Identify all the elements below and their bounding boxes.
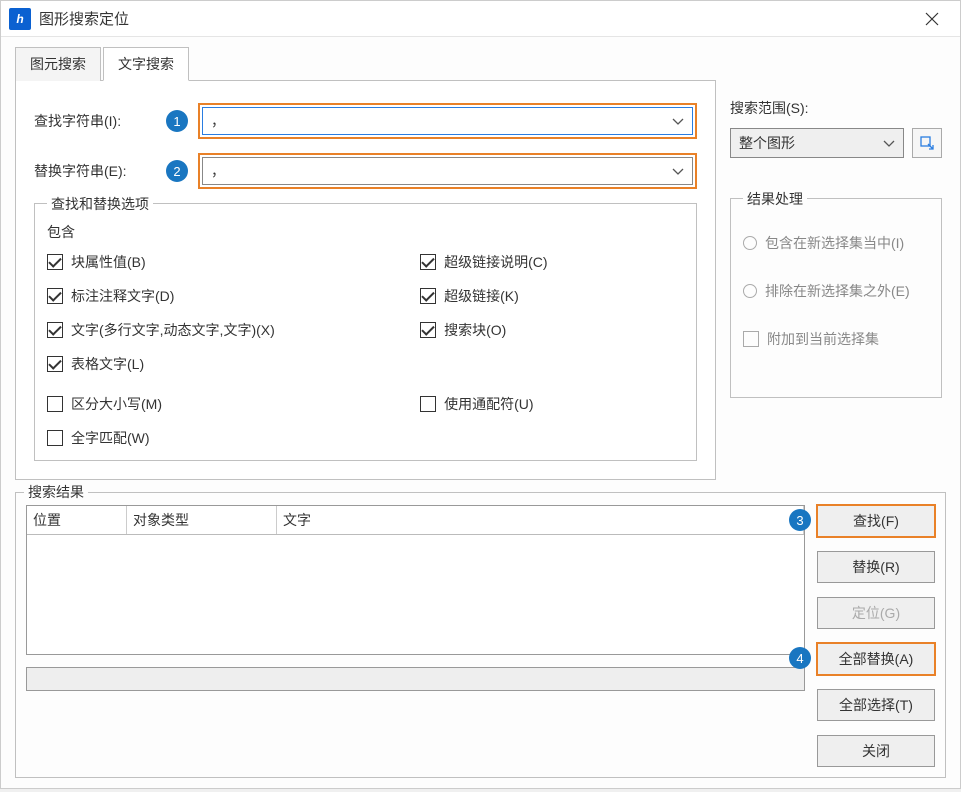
select-all-button[interactable]: 全部选择(T) [817,689,935,721]
results-section: 搜索结果 位置 对象类型 文字 3 查找(F) 替换(R) 定位(G) [15,492,946,778]
right-panel: 搜索范围(S): 整个图形 [716,80,946,480]
chk-text-multi[interactable]: 文字(多行文字,动态文字,文字)(X) [47,320,390,340]
col-type[interactable]: 对象类型 [127,506,277,534]
tab-text-search[interactable]: 文字搜索 [103,47,189,81]
chevron-down-icon [672,113,684,129]
checkbox-icon [420,322,436,338]
chk-whole-word[interactable]: 全字匹配(W) [47,428,390,448]
close-dialog-button[interactable]: 关闭 [817,735,935,767]
checkbox-icon [420,288,436,304]
find-replace-options: 查找和替换选项 包含 块属性值(B) 标注注释文字(D) 文字(多行文字,动态文… [34,203,697,461]
tab-primitive-search[interactable]: 图元搜索 [15,47,101,81]
replace-button[interactable]: 替换(R) [817,551,935,583]
col-position[interactable]: 位置 [27,506,127,534]
badge-3: 3 [789,509,811,531]
app-icon: h [9,8,31,30]
find-input-highlight: ， [198,103,697,139]
chk-hyperlink[interactable]: 超级链接(K) [420,286,684,306]
include-legend: 包含 [47,222,684,242]
titlebar: h 图形搜索定位 [1,1,960,37]
chevron-down-icon [672,163,684,179]
locate-button[interactable]: 定位(G) [817,597,935,629]
find-input[interactable]: ， [202,107,693,135]
checkbox-icon [47,288,63,304]
main-row: 查找字符串(I): 1 ， 替换字符串(E): 2 [15,80,946,480]
select-icon [919,135,935,151]
dialog-window: h 图形搜索定位 图元搜索 文字搜索 查找字符串(I): 1 ， [0,0,961,789]
pick-in-drawing-button[interactable] [912,128,942,158]
checkbox-icon [47,356,63,372]
result-handling-legend: 结果处理 [743,189,807,209]
button-column: 3 查找(F) 替换(R) 定位(G) 4 全部替换(A) 全部选择(T) 关闭 [817,505,935,767]
replace-row: 替换字符串(E): 2 ， [34,153,697,189]
chevron-down-icon [883,135,895,151]
chk-use-wildcard[interactable]: 使用通配符(U) [420,394,684,414]
checkbox-icon [47,254,63,270]
checkbox-icon [743,331,759,347]
close-button[interactable] [912,1,952,37]
scope-label: 搜索范围(S): [730,98,942,118]
chk-append-selection: 附加到当前选择集 [743,329,929,349]
result-handling-group: 结果处理 包含在新选择集当中(I) 排除在新选择集之外(E) 附加到当前选择集 [730,198,942,398]
results-header: 位置 对象类型 文字 [27,506,804,535]
scope-value: 整个图形 [739,133,795,153]
include-group: 包含 块属性值(B) 标注注释文字(D) 文字(多行文字,动态文字,文字)(X)… [47,222,684,448]
radio-icon [743,284,757,298]
results-table[interactable]: 位置 对象类型 文字 [26,505,805,655]
find-button[interactable]: 查找(F) [817,505,935,537]
tab-strip: 图元搜索 文字搜索 [15,47,946,81]
replace-label: 替换字符串(E): [34,161,164,181]
replace-input[interactable]: ， [202,157,693,185]
find-row: 查找字符串(I): 1 ， [34,103,697,139]
content-area: 图元搜索 文字搜索 查找字符串(I): 1 ， [1,37,960,792]
replace-all-button[interactable]: 全部替换(A) [817,643,935,675]
chk-hyperlink-desc[interactable]: 超级链接说明(C) [420,252,684,272]
checkbox-icon [420,396,436,412]
find-label: 查找字符串(I): [34,111,164,131]
chk-case-sensitive[interactable]: 区分大小写(M) [47,394,390,414]
checkbox-icon [47,430,63,446]
results-left: 位置 对象类型 文字 [26,499,805,767]
col-text[interactable]: 文字 [277,506,804,534]
chk-block-attr[interactable]: 块属性值(B) [47,252,390,272]
checkbox-icon [420,254,436,270]
badge-2: 2 [166,160,188,182]
status-bar [26,667,805,691]
radio-icon [743,236,757,250]
chk-annotation[interactable]: 标注注释文字(D) [47,286,390,306]
checkbox-icon [47,396,63,412]
window-title: 图形搜索定位 [39,8,912,29]
options-legend: 查找和替换选项 [47,194,153,214]
badge-1: 1 [166,110,188,132]
close-icon [925,12,939,26]
replace-value: ， [211,161,225,181]
checkbox-icon [47,322,63,338]
find-value: ， [211,111,225,131]
radio-include-selection: 包含在新选择集当中(I) [743,233,929,253]
badge-4: 4 [789,647,811,669]
results-legend: 搜索结果 [24,482,88,502]
scope-select[interactable]: 整个图形 [730,128,904,158]
left-panel: 查找字符串(I): 1 ， 替换字符串(E): 2 [15,80,716,480]
chk-search-block[interactable]: 搜索块(O) [420,320,684,340]
chk-table-text[interactable]: 表格文字(L) [47,354,390,374]
replace-input-highlight: ， [198,153,697,189]
radio-exclude-selection: 排除在新选择集之外(E) [743,281,929,301]
